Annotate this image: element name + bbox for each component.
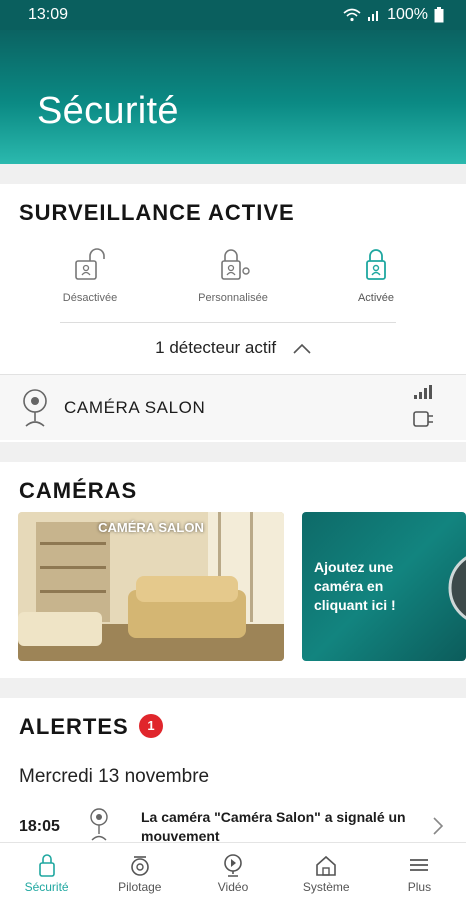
- bottom-tab-bar: Sécurité Pilotage Vidéo Système Plus: [0, 842, 466, 900]
- camera-device-image: [448, 556, 466, 620]
- tab-pilotage-label: Pilotage: [118, 880, 162, 894]
- add-camera-card[interactable]: Ajoutez une caméra en cliquant ici !: [302, 512, 466, 661]
- wifi-icon: [343, 8, 361, 22]
- tab-video[interactable]: Vidéo: [186, 843, 279, 900]
- mode-personnalisee-label: Personnalisée: [198, 292, 268, 304]
- power-plug-icon: [413, 411, 433, 427]
- mode-desactivee[interactable]: Désactivée: [30, 248, 150, 304]
- tab-pilotage[interactable]: Pilotage: [93, 843, 186, 900]
- house-icon: [316, 855, 337, 876]
- camera-thumbnail[interactable]: CAMÉRA SALON: [18, 512, 284, 661]
- surveillance-modes: Désactivée Personnalisée Activée: [0, 248, 466, 314]
- camera-icon: [23, 389, 47, 427]
- detector-toggle[interactable]: 1 détecteur actif: [0, 338, 466, 358]
- signal-strength-icon: [414, 385, 432, 399]
- tab-systeme-label: Système: [302, 880, 350, 894]
- mode-personnalisee[interactable]: Personnalisée: [173, 248, 293, 304]
- tab-securite-label: Sécurité: [24, 880, 69, 894]
- add-camera-text: Ajoutez une caméra en cliquant ici !: [314, 559, 396, 613]
- tab-plus[interactable]: Plus: [373, 843, 466, 900]
- battery-icon: [434, 7, 444, 23]
- tab-systeme[interactable]: Système: [280, 843, 373, 900]
- mode-activee-label: Activée: [357, 292, 395, 304]
- alert-message: La caméra "Caméra Salon" a signalé un mo…: [141, 809, 406, 844]
- alert-time: 18:05: [19, 818, 60, 835]
- tab-video-label: Vidéo: [217, 880, 249, 894]
- status-bar: 13:09 100%: [0, 0, 466, 30]
- pilot-icon: [130, 856, 149, 876]
- menu-icon: [410, 859, 429, 871]
- alerts-date: Mercredi 13 novembre: [19, 766, 210, 787]
- divider: [60, 322, 396, 323]
- surveillance-title: SURVEILLANCE ACTIVE: [19, 200, 295, 225]
- mode-desactivee-label: Désactivée: [62, 292, 118, 304]
- lock-icon: [38, 854, 55, 877]
- detector-text: 1 détecteur actif: [155, 338, 277, 357]
- camera-name: CAMÉRA SALON: [64, 398, 206, 417]
- lock-open-icon: [75, 248, 105, 280]
- tab-securite[interactable]: Sécurité: [0, 843, 93, 900]
- camera-icon: [90, 808, 108, 841]
- lock-custom-icon: [221, 249, 250, 280]
- camera-row[interactable]: CAMÉRA SALON: [0, 374, 466, 440]
- alerts-count-badge: 1: [139, 714, 163, 738]
- chevron-right-icon: [433, 817, 444, 835]
- alert-item[interactable]: 18:05 La caméra "Caméra Salon" a signalé…: [0, 800, 466, 844]
- app-header: Sécurité: [0, 30, 466, 164]
- video-icon: [224, 854, 242, 877]
- signal-icon: [368, 11, 379, 21]
- cameras-title: CAMÉRAS: [19, 478, 138, 503]
- alerts-title: ALERTES: [19, 714, 129, 739]
- chevron-up-icon: [293, 343, 311, 354]
- status-icons: 100%: [343, 6, 444, 24]
- page-title: Sécurité: [37, 90, 179, 132]
- status-time: 13:09: [28, 6, 69, 23]
- tab-plus-label: Plus: [407, 880, 432, 894]
- battery-text: 100%: [387, 6, 428, 23]
- lock-closed-icon: [366, 249, 386, 280]
- camera-thumbnail-label: CAMÉRA SALON: [98, 520, 204, 535]
- mode-activee[interactable]: Activée: [316, 248, 436, 304]
